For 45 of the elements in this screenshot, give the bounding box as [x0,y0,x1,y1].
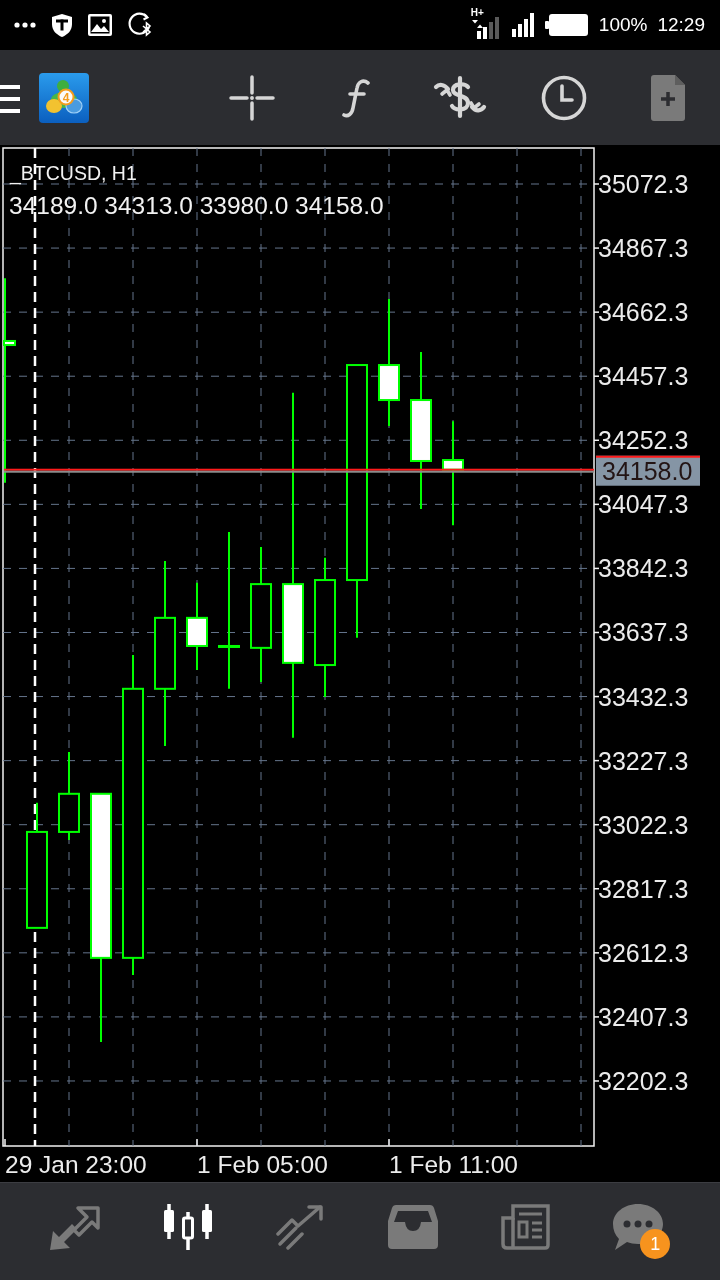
signal-icon [511,13,534,37]
price-axis-label: 33432.3 [598,682,689,711]
trend-arrow-icon [276,1204,325,1250]
time-axis-label: 1 Feb 05:00 [197,1151,328,1178]
candlestick-icon [162,1204,213,1250]
price-axis-label: 33022.3 [598,810,689,839]
notification-badge: 1 [640,1228,671,1259]
clock-icon [541,74,587,121]
italic-f-icon [342,77,370,118]
battery-icon [544,14,588,36]
bluetooth-circle-icon [127,12,153,38]
network-type-label: H+ [470,8,484,18]
clock-time: 12:29 [657,14,705,36]
more-dots-icon [14,22,36,28]
up-down-arrows-icon [471,20,483,28]
current-price-tag: 34158.0 [596,455,700,486]
menu-icon[interactable] [0,84,20,113]
crosshair-icon [229,74,275,121]
price-axis-label: 34867.3 [598,234,689,263]
shield-icon [51,12,73,38]
symbol-timeframe-label: _BTCUSD, H1 [10,162,137,184]
price-axis-label: 34047.3 [598,490,689,519]
price-axis-label: 32817.3 [598,874,689,903]
price-axis-label: 34252.3 [598,426,689,455]
price-axis-label: 34662.3 [598,298,689,327]
signal-bars-icon [476,17,499,39]
ohlc-values: 34189.0 34313.0 33980.0 34158.0 [9,192,384,219]
document-plus-icon [650,73,686,122]
price-axis-label: 32407.3 [598,1002,689,1031]
inbox-tray-icon [388,1205,439,1249]
battery-percentage: 100% [598,14,648,36]
chat-tab[interactable]: 1 [581,1183,695,1280]
price-axis-label: 33637.3 [598,618,689,647]
time-axis-label: 29 Jan 23:00 [5,1151,147,1178]
price-axis-label: 34457.3 [598,362,689,391]
time-axis-label: 1 Feb 11:00 [389,1151,518,1178]
price-axis-label: 33227.3 [598,746,689,775]
app-logo: 4 [39,72,89,123]
price-axis-label: 35072.3 [598,170,689,198]
image-icon [88,14,112,36]
price-axis-label: 33842.3 [598,554,689,583]
diagonal-arrows-icon [50,1204,101,1250]
price-axis-label: 32202.3 [598,1067,689,1095]
price-axis-label: 32612.3 [598,938,689,967]
newspaper-icon [500,1204,551,1250]
